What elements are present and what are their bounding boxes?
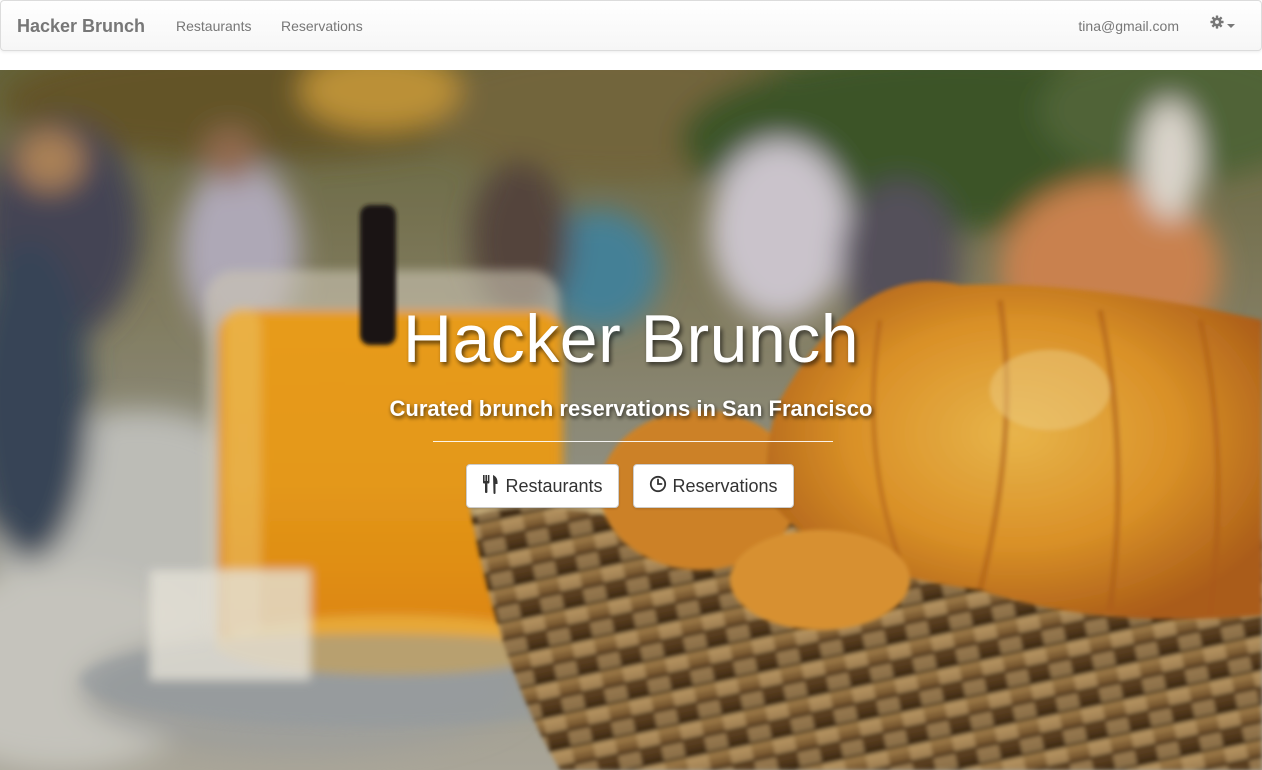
settings-dropdown[interactable] [1210,15,1235,34]
restaurants-button[interactable]: Restaurants [466,464,619,508]
nav-restaurants-link[interactable]: Restaurants [176,18,251,34]
restaurants-button-label: Restaurants [505,475,603,496]
hero-subtitle: Curated brunch reservations in San Franc… [389,396,873,421]
cutlery-icon [482,474,505,499]
caret-down-icon [1227,23,1235,28]
hero-divider [433,441,833,442]
reservations-button-label: Reservations [672,475,778,496]
hero-title: Hacker Brunch [402,301,860,377]
gear-icon [1210,15,1224,34]
clock-icon [649,475,672,498]
brand-link[interactable]: Hacker Brunch [17,16,145,37]
top-navbar: Hacker Brunch Restaurants Reservations t… [0,0,1262,51]
nav-reservations-link[interactable]: Reservations [281,18,363,34]
hero-banner: Hacker Brunch Curated brunch reservation… [0,70,1262,770]
reservations-button[interactable]: Reservations [633,464,794,508]
user-email[interactable]: tina@gmail.com [1078,18,1179,34]
